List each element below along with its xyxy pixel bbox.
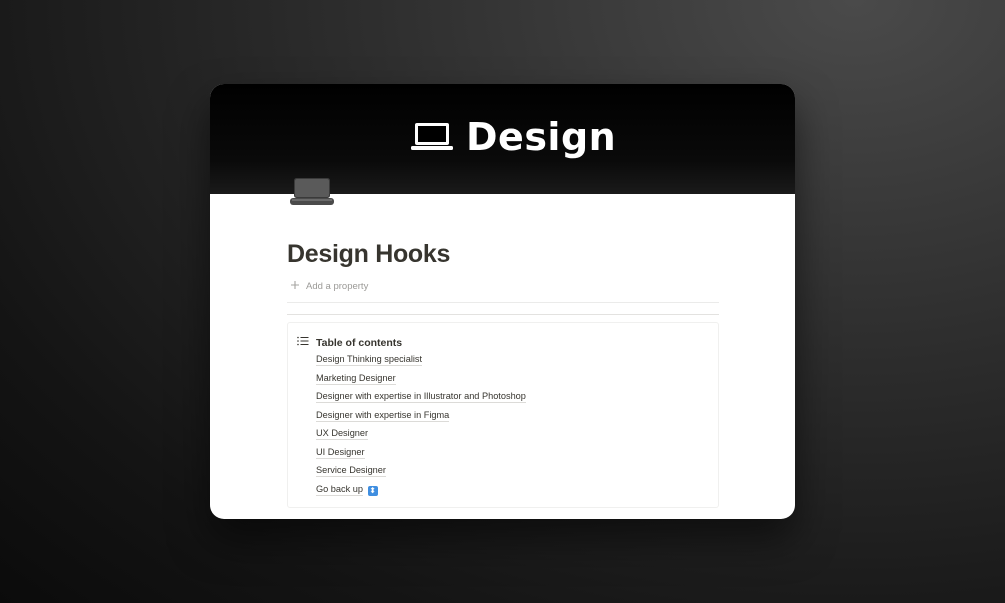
cover-title-text: Design bbox=[466, 115, 617, 159]
list-icon bbox=[297, 336, 309, 349]
table-of-contents-block[interactable]: Table of contents Design Thinking specia… bbox=[287, 322, 719, 508]
divider bbox=[287, 314, 719, 315]
toc-item: Designer with expertise in Figma bbox=[316, 409, 526, 428]
toc-title: Table of contents bbox=[316, 336, 403, 349]
toc-item: UX Designer bbox=[316, 427, 526, 446]
page-title[interactable]: Design Hooks bbox=[287, 240, 450, 269]
laptop-icon[interactable] bbox=[290, 177, 334, 209]
add-property-button[interactable]: Add a property bbox=[287, 280, 371, 293]
laptop-icon bbox=[411, 123, 453, 150]
toc-link-ui-designer[interactable]: UI Designer bbox=[316, 446, 365, 459]
toc-link-go-back-up[interactable]: Go back up bbox=[316, 483, 363, 496]
toc-item: Marketing Designer bbox=[316, 372, 526, 391]
toc-link-marketing-designer[interactable]: Marketing Designer bbox=[316, 372, 396, 385]
add-property-label: Add a property bbox=[306, 281, 369, 292]
cover-title: Design bbox=[410, 115, 617, 159]
up-down-arrow-icon: ⬍ bbox=[367, 485, 378, 496]
divider bbox=[287, 302, 719, 303]
toc-link-service-designer[interactable]: Service Designer bbox=[316, 465, 386, 477]
toc-list: Design Thinking specialist Marketing Des… bbox=[316, 353, 526, 501]
toc-link-illustrator-photoshop[interactable]: Designer with expertise in Illustrator a… bbox=[316, 391, 526, 403]
toc-item: Design Thinking specialist bbox=[316, 353, 526, 372]
toc-item: Designer with expertise in Illustrator a… bbox=[316, 390, 526, 409]
toc-link-figma[interactable]: Designer with expertise in Figma bbox=[316, 409, 450, 422]
toc-link-design-thinking-specialist[interactable]: Design Thinking specialist bbox=[316, 354, 423, 366]
plus-icon bbox=[290, 280, 300, 293]
toc-item: Service Designer bbox=[316, 464, 526, 483]
toc-item: UI Designer bbox=[316, 446, 526, 465]
toc-item: Go back up ⬍ bbox=[316, 483, 526, 502]
notion-page-window: Design Design Hooks Add a property Table… bbox=[210, 84, 795, 519]
toc-link-ux-designer[interactable]: UX Designer bbox=[316, 428, 369, 440]
toc-header: Table of contents bbox=[297, 336, 402, 349]
